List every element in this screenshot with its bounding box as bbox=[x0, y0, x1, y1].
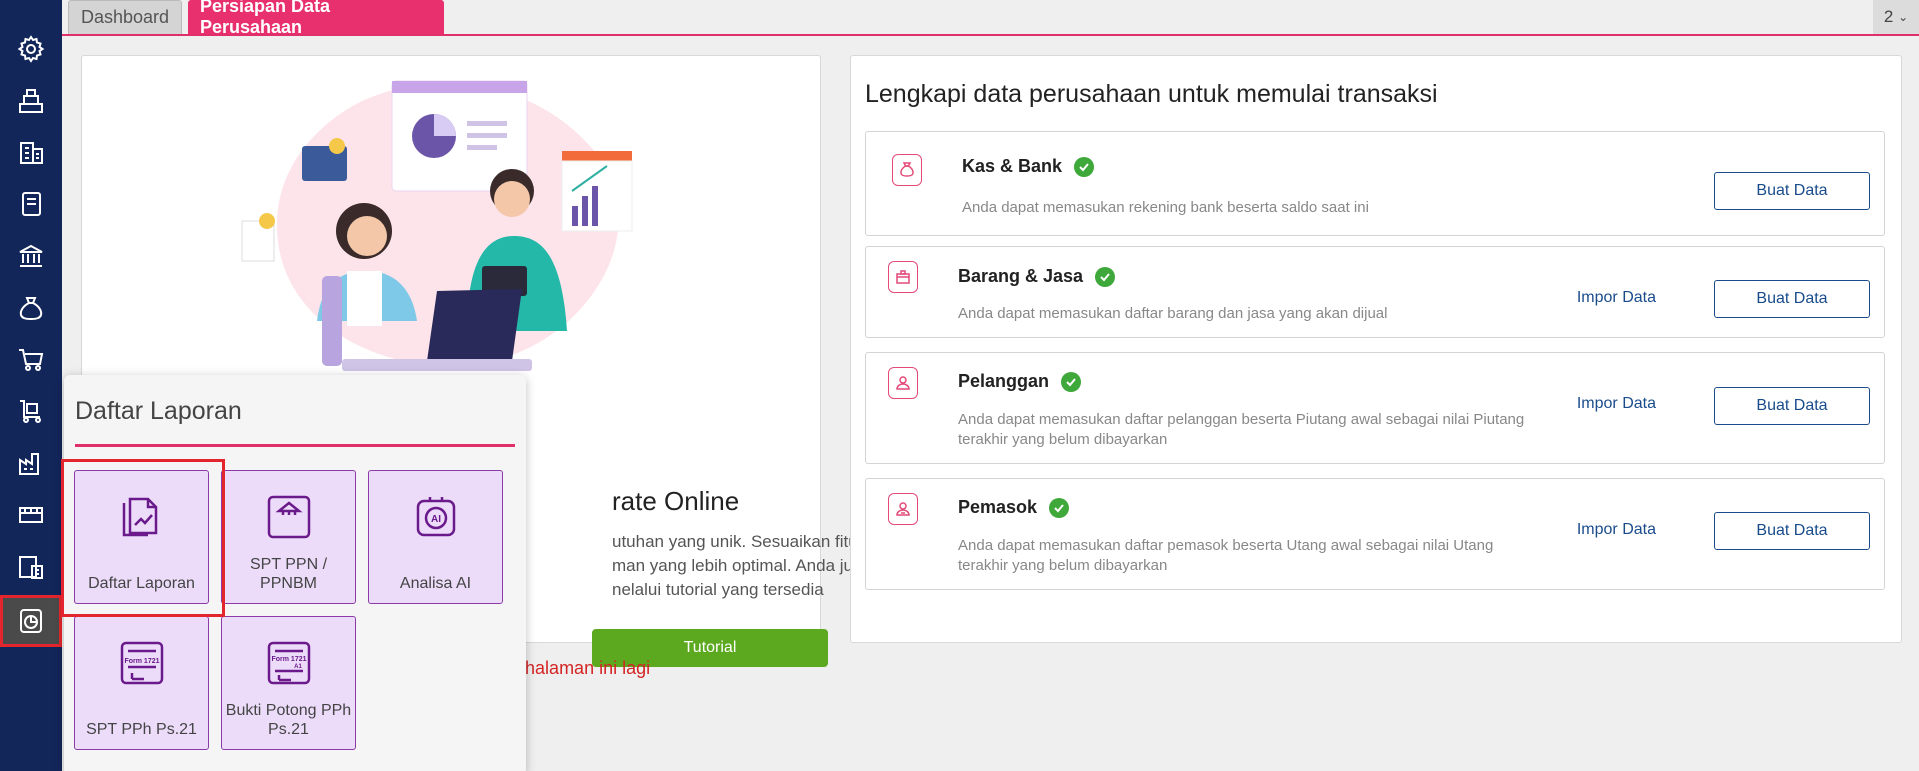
sidebar-item-manufacture[interactable] bbox=[0, 439, 62, 487]
supplier-icon bbox=[888, 493, 918, 525]
report-chart-icon bbox=[20, 609, 42, 633]
spt-ppn-icon bbox=[267, 495, 310, 539]
svg-text:Form 1721: Form 1721 bbox=[271, 656, 306, 663]
card-description: Anda dapat memasukan daftar pelanggan be… bbox=[958, 411, 1525, 448]
check-icon bbox=[1049, 497, 1070, 518]
buat-data-button[interactable]: Buat Data bbox=[1714, 172, 1870, 210]
impor-data-link[interactable]: Impor Data bbox=[1577, 395, 1656, 413]
card-kas-bank: Kas & Bank Anda dapat memasukan rekening… bbox=[865, 131, 1885, 236]
hide-page-link[interactable]: n halaman ini lagi bbox=[510, 658, 650, 679]
online-title: rate Online bbox=[612, 486, 740, 516]
sidebar-item-finance[interactable] bbox=[0, 284, 62, 332]
money-bag-icon bbox=[892, 154, 922, 186]
delivery-cart-icon bbox=[20, 400, 41, 423]
check-icon bbox=[1061, 371, 1082, 392]
buat-data-button[interactable]: Buat Data bbox=[1714, 512, 1870, 550]
svg-text:A1: A1 bbox=[294, 664, 302, 670]
sidebar-item-settings[interactable] bbox=[0, 25, 62, 73]
sidebar-item-reports[interactable] bbox=[0, 595, 62, 647]
buat-data-button[interactable]: Buat Data bbox=[1714, 387, 1870, 425]
cash-register-icon bbox=[19, 89, 43, 113]
impor-data-link[interactable]: Impor Data bbox=[1577, 289, 1656, 307]
card-title: Kas & Bank bbox=[962, 156, 1095, 177]
card-title: Pelanggan bbox=[958, 371, 1082, 392]
buat-data-button[interactable]: Buat Data bbox=[1714, 280, 1870, 318]
card-pemasok: Pemasok Anda dapat memasukan daftar pema… bbox=[865, 478, 1885, 590]
tax-calculator-icon bbox=[19, 556, 43, 579]
hide-link-text: halaman ini lagi bbox=[525, 658, 651, 678]
card-title: Pemasok bbox=[958, 497, 1070, 518]
tile-spt-ppn[interactable]: SPT PPN / PPNBM bbox=[221, 470, 356, 604]
popup-divider bbox=[75, 444, 515, 447]
shopping-cart-icon bbox=[19, 349, 44, 371]
sidebar-item-tax[interactable] bbox=[0, 543, 62, 591]
sidebar-item-cashier[interactable] bbox=[0, 77, 62, 125]
tile-label: SPT PPh Ps.21 bbox=[86, 721, 197, 738]
tile-bukti-potong[interactable]: Form 1721 A1 Bukti Potong PPh Ps.21 bbox=[221, 616, 356, 750]
sidebar-item-sales[interactable] bbox=[0, 335, 62, 383]
gear-icon bbox=[17, 35, 45, 63]
card-description: Anda dapat memasukan daftar barang dan j… bbox=[958, 305, 1388, 322]
ledger-book-icon bbox=[22, 192, 41, 216]
tab-count: 2 bbox=[1883, 7, 1894, 26]
sidebar bbox=[0, 0, 62, 771]
selected-tile-highlight bbox=[61, 459, 225, 617]
form-1721-icon: Form 1721 bbox=[120, 641, 163, 685]
box-icon bbox=[888, 261, 918, 293]
setup-title: Lengkapi data perusahaan untuk memulai t… bbox=[865, 80, 1438, 108]
setup-panel: Lengkapi data perusahaan untuk memulai t… bbox=[850, 55, 1902, 643]
sidebar-item-bank[interactable] bbox=[0, 232, 62, 280]
card-barang-jasa: Barang & Jasa Anda dapat memasukan dafta… bbox=[865, 246, 1885, 338]
tile-label: SPT PPN / PPNBM bbox=[249, 556, 328, 592]
money-bag-icon bbox=[19, 297, 43, 321]
building-icon bbox=[20, 142, 43, 164]
tab-dashboard[interactable]: Dashboard bbox=[68, 0, 182, 34]
ai-analysis-icon: AI bbox=[416, 497, 455, 537]
tab-persiapan-data[interactable]: Persiapan Data Perusahaan bbox=[188, 0, 444, 37]
customer-icon bbox=[888, 367, 918, 399]
sidebar-item-company[interactable] bbox=[0, 128, 62, 176]
svg-text:AI: AI bbox=[431, 514, 441, 525]
sidebar-item-ledger[interactable] bbox=[0, 180, 62, 228]
tile-spt-pph21[interactable]: Form 1721 SPT PPh Ps.21 bbox=[74, 616, 209, 750]
tile-label: Analisa AI bbox=[399, 575, 472, 592]
card-title-text: Pemasok bbox=[958, 497, 1038, 517]
popup-title: Daftar Laporan bbox=[75, 397, 242, 425]
tab-bar: Dashboard Persiapan Data Perusahaan 2 ⌄ bbox=[62, 0, 1919, 37]
card-description: Anda dapat memasukan daftar pemasok bese… bbox=[958, 537, 1494, 574]
chevron-down-icon: ⌄ bbox=[1898, 10, 1909, 24]
tile-label: Bukti Potong PPh Ps.21 bbox=[225, 702, 352, 738]
tab-count-dropdown[interactable]: 2 ⌄ bbox=[1873, 0, 1919, 34]
card-title: Barang & Jasa bbox=[958, 266, 1116, 287]
sidebar-item-purchase[interactable] bbox=[0, 387, 62, 435]
form-1721-a1-icon: Form 1721A1 bbox=[267, 641, 310, 685]
check-icon bbox=[1095, 266, 1116, 287]
onboarding-illustration bbox=[241, 80, 633, 371]
bank-icon bbox=[19, 244, 43, 267]
card-pelanggan: Pelanggan Anda dapat memasukan daftar pe… bbox=[865, 352, 1885, 464]
card-title-text: Kas & Bank bbox=[962, 156, 1063, 176]
card-title-text: Pelanggan bbox=[958, 371, 1050, 391]
impor-data-link[interactable]: Impor Data bbox=[1577, 521, 1656, 539]
tile-analisa-ai[interactable]: AI Analisa AI bbox=[368, 470, 503, 604]
svg-text:Form 1721: Form 1721 bbox=[124, 658, 159, 665]
sidebar-item-inventory[interactable] bbox=[0, 491, 62, 539]
inventory-icon bbox=[19, 507, 43, 523]
factory-icon bbox=[19, 453, 39, 475]
card-title-text: Barang & Jasa bbox=[958, 266, 1084, 286]
card-description: Anda dapat memasukan rekening bank beser… bbox=[962, 199, 1369, 216]
check-icon bbox=[1074, 156, 1095, 177]
